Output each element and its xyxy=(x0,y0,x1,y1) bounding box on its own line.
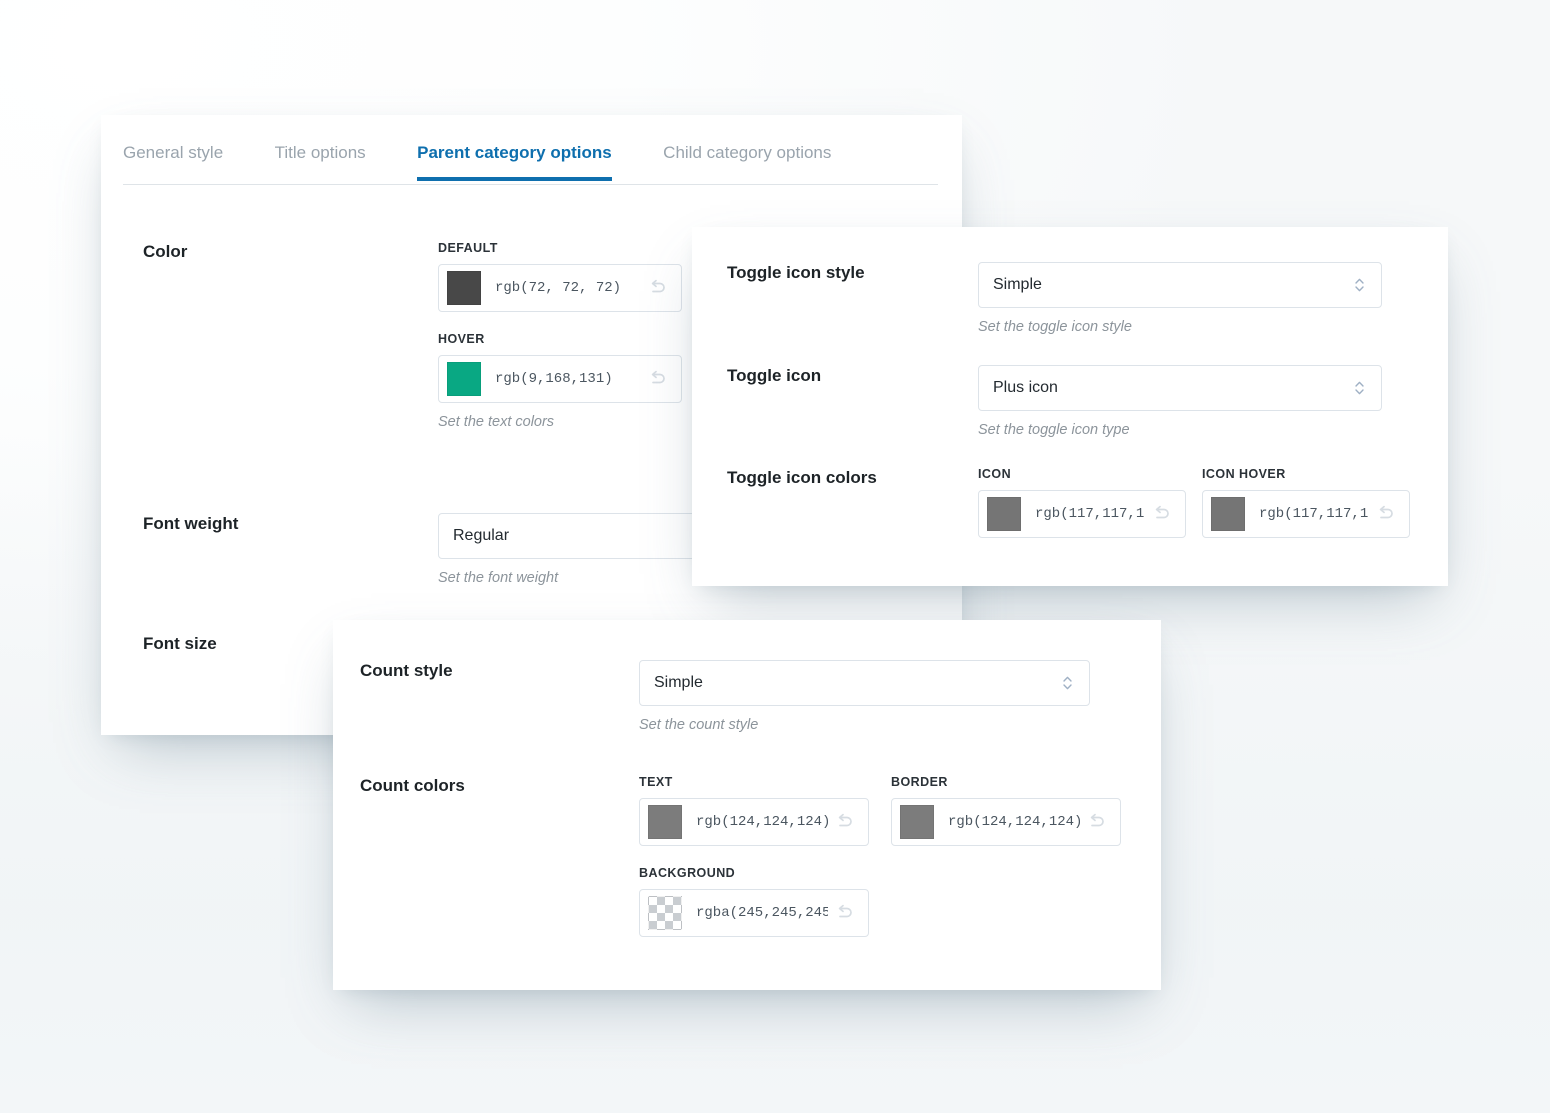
count-text-color-value: rgb(124,124,124) xyxy=(696,814,828,830)
count-style-select[interactable]: Simple xyxy=(639,660,1090,706)
hover-color-field[interactable]: rgb(9,168,131) xyxy=(438,355,682,403)
count-background-color-value: rgba(245,245,245,0 xyxy=(696,905,828,921)
count-colors-row: Count colors TEXT rgb(124,124,124) xyxy=(360,775,1121,937)
toggle-icon-style-row: Toggle icon style Simple Set the toggle … xyxy=(727,262,1382,335)
default-color-field[interactable]: rgb(72, 72, 72) xyxy=(438,264,682,312)
reset-arrow-icon[interactable] xyxy=(1369,497,1403,531)
toggle-icon-field-group: Plus icon Set the toggle icon type xyxy=(978,365,1382,438)
toggle-icon-style-field-group: Simple Set the toggle icon style xyxy=(978,262,1382,335)
tab-title-options[interactable]: Title options xyxy=(275,143,366,181)
toggle-icon-colors-label: Toggle icon colors xyxy=(727,467,978,538)
default-color-value: rgb(72, 72, 72) xyxy=(495,280,641,296)
toggle-icon-colors-row: Toggle icon colors ICON rgb(117,117,117)… xyxy=(727,467,1410,538)
default-color-swatch[interactable] xyxy=(447,271,481,305)
toggle-icon-color-value: rgb(117,117,117) xyxy=(1035,506,1145,522)
chevron-up-down-icon[interactable] xyxy=(1055,674,1079,692)
count-border-color-value: rgb(124,124,124) xyxy=(948,814,1080,830)
count-border-color-swatch[interactable] xyxy=(900,805,934,839)
tab-bar-divider xyxy=(123,184,938,185)
hover-color-value: rgb(9,168,131) xyxy=(495,371,641,387)
hover-color-label: HOVER xyxy=(438,332,682,346)
count-background-color-swatch[interactable] xyxy=(648,896,682,930)
reset-arrow-icon[interactable] xyxy=(641,362,675,396)
chevron-up-down-icon[interactable] xyxy=(1347,379,1371,397)
toggle-icon-style-select[interactable]: Simple xyxy=(978,262,1382,308)
toggle-icon-color-field[interactable]: rgb(117,117,117) xyxy=(978,490,1186,538)
font-weight-row-label: Font weight xyxy=(143,513,438,586)
count-colors-label: Count colors xyxy=(360,775,639,937)
toggle-icon-hover-color-swatch[interactable] xyxy=(1211,497,1245,531)
tab-child-category-options[interactable]: Child category options xyxy=(663,143,831,181)
count-style-help: Set the count style xyxy=(639,717,1090,733)
color-row-fields: DEFAULT rgb(72, 72, 72) HOVER rgb(9,168,… xyxy=(438,241,682,430)
toggle-icon-select[interactable]: Plus icon xyxy=(978,365,1382,411)
toggle-icon-color-field-group: ICON rgb(117,117,117) xyxy=(978,467,1186,538)
color-row-help: Set the text colors xyxy=(438,414,682,430)
toggle-icon-options-panel: Toggle icon style Simple Set the toggle … xyxy=(692,227,1448,586)
count-border-color-field-group: BORDER rgb(124,124,124) xyxy=(891,775,1121,846)
toggle-icon-hover-color-field-group: ICON HOVER rgb(117,117,117) xyxy=(1202,467,1410,538)
count-options-panel: Count style Simple Set the count style C… xyxy=(333,620,1161,990)
count-text-color-field-group: TEXT rgb(124,124,124) xyxy=(639,775,869,846)
count-border-color-field[interactable]: rgb(124,124,124) xyxy=(891,798,1121,846)
toggle-icon-label: Toggle icon xyxy=(727,365,978,438)
count-background-color-field[interactable]: rgba(245,245,245,0 xyxy=(639,889,869,937)
toggle-icon-hover-color-value: rgb(117,117,117) xyxy=(1259,506,1369,522)
count-text-color-sublabel: TEXT xyxy=(639,775,869,789)
count-color-columns: TEXT rgb(124,124,124) BORDER xyxy=(639,775,1121,937)
toggle-icon-hover-color-sublabel: ICON HOVER xyxy=(1202,467,1410,481)
toggle-icon-row: Toggle icon Plus icon Set the toggle ico… xyxy=(727,365,1382,438)
reset-arrow-icon[interactable] xyxy=(828,896,862,930)
reset-arrow-icon[interactable] xyxy=(1145,497,1179,531)
toggle-icon-help: Set the toggle icon type xyxy=(978,422,1382,438)
toggle-icon-style-value: Simple xyxy=(993,276,1347,294)
tab-general-style[interactable]: General style xyxy=(123,143,223,181)
count-style-label: Count style xyxy=(360,660,639,733)
toggle-icon-hover-color-field[interactable]: rgb(117,117,117) xyxy=(1202,490,1410,538)
toggle-icon-color-sublabel: ICON xyxy=(978,467,1186,481)
color-row: Color DEFAULT rgb(72, 72, 72) HOVER rgb(… xyxy=(143,241,682,430)
tab-parent-category-options[interactable]: Parent category options xyxy=(417,143,612,181)
count-background-color-sublabel: BACKGROUND xyxy=(639,866,1121,880)
toggle-icon-style-label: Toggle icon style xyxy=(727,262,978,335)
reset-arrow-icon[interactable] xyxy=(828,805,862,839)
chevron-up-down-icon[interactable] xyxy=(1347,276,1371,294)
count-background-color-field-group: BACKGROUND rgba(245,245,245,0 xyxy=(639,866,1121,937)
color-row-label: Color xyxy=(143,241,438,430)
reset-arrow-icon[interactable] xyxy=(1080,805,1114,839)
count-style-field-group: Simple Set the count style xyxy=(639,660,1090,733)
toggle-icon-style-help: Set the toggle icon style xyxy=(978,319,1382,335)
tab-bar: General style Title options Parent categ… xyxy=(123,115,938,185)
count-text-color-swatch[interactable] xyxy=(648,805,682,839)
toggle-icon-value: Plus icon xyxy=(993,379,1347,397)
count-style-value: Simple xyxy=(654,674,1055,692)
reset-arrow-icon[interactable] xyxy=(641,271,675,305)
count-border-color-sublabel: BORDER xyxy=(891,775,1121,789)
count-style-row: Count style Simple Set the count style xyxy=(360,660,1090,733)
hover-color-swatch[interactable] xyxy=(447,362,481,396)
default-color-label: DEFAULT xyxy=(438,241,682,255)
toggle-icon-color-swatch[interactable] xyxy=(987,497,1021,531)
count-color-top-row: TEXT rgb(124,124,124) BORDER xyxy=(639,775,1121,846)
count-text-color-field[interactable]: rgb(124,124,124) xyxy=(639,798,869,846)
